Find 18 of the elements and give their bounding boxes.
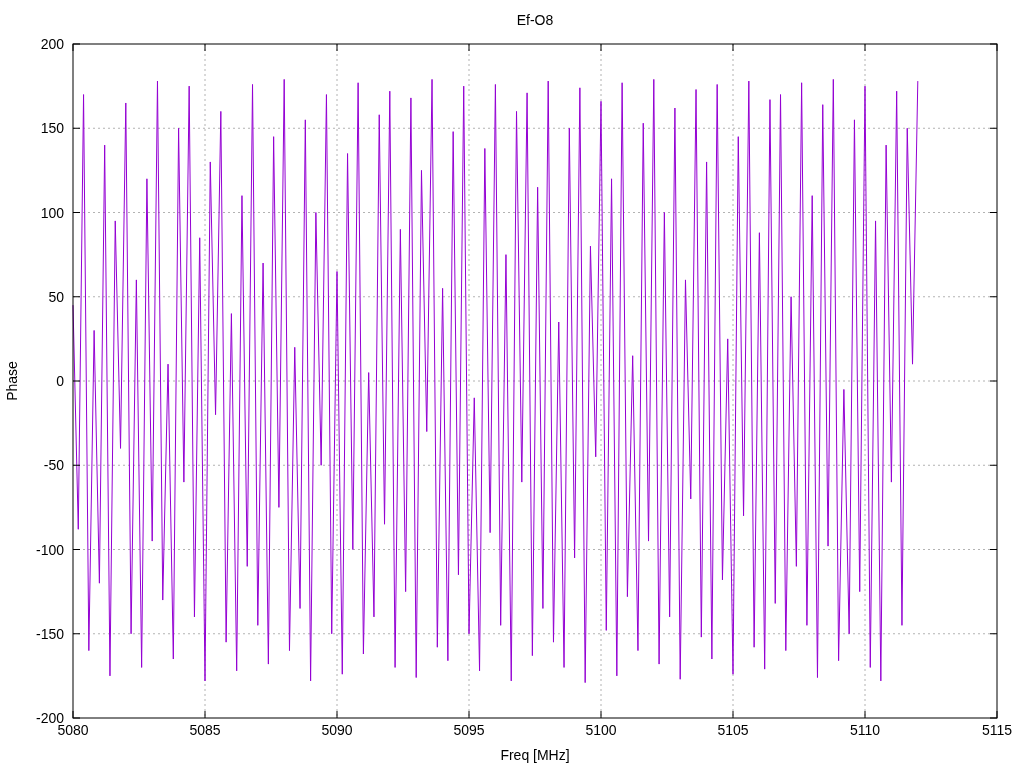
x-axis-label: Freq [MHz]	[500, 747, 570, 763]
y-tick-label: -150	[35, 625, 64, 642]
y-tick-label: 50	[48, 288, 64, 305]
y-tick-label: 0	[56, 373, 64, 389]
y-tick-label: 100	[40, 204, 64, 221]
chart-title: Ef-O8	[516, 12, 554, 28]
y-tick-label: 200	[40, 36, 64, 52]
x-tick-label: 5095	[453, 722, 485, 738]
x-tick-label: 5100	[585, 722, 617, 738]
y-tick-label: -50	[43, 457, 64, 474]
x-tick-label: 5110	[849, 722, 881, 738]
y-tick-label: 150	[40, 120, 64, 137]
x-tick-label: 5085	[189, 722, 221, 738]
x-tick-label: 5090	[321, 722, 353, 738]
y-axis-label: Phase	[4, 361, 20, 401]
y-tick-label: -100	[35, 541, 64, 558]
x-tick-label: 5115	[981, 722, 1013, 738]
x-tick-label: 5105	[717, 722, 749, 738]
